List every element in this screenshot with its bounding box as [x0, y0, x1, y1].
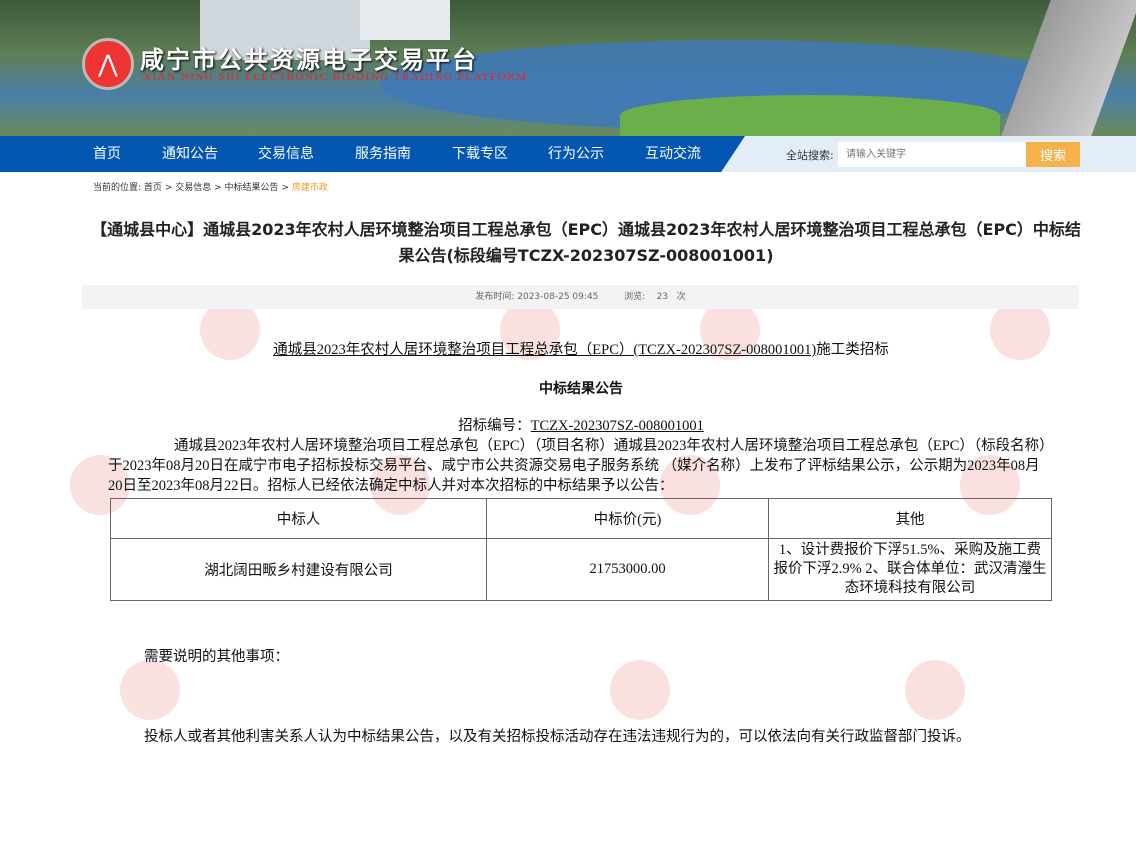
- breadcrumb-prefix: 当前的位置:: [93, 183, 142, 193]
- site-title: 咸宁市公共资源电子交易平台: [140, 46, 478, 74]
- header-banner: ⋀ 咸宁市公共资源电子交易平台 XIAN NING SHI ELECTRONIC…: [0, 0, 1136, 136]
- breadcrumb-trading-info[interactable]: 交易信息: [175, 183, 211, 193]
- project-type: 施工类招标: [816, 342, 889, 358]
- nav-downloads[interactable]: 下载专区: [452, 136, 508, 172]
- breadcrumb-current[interactable]: 房建市政: [292, 183, 328, 193]
- nav-interaction[interactable]: 互动交流: [645, 136, 701, 172]
- views-label: 浏览:: [624, 292, 646, 302]
- nav-trading-info[interactable]: 交易信息: [258, 136, 314, 172]
- intro-paragraph: 通城县2023年农村人居环境整治项目工程总承包（EPC）（项目名称）通城县202…: [108, 438, 1047, 494]
- nav-service-guide[interactable]: 服务指南: [355, 136, 411, 172]
- publish-label: 发布时间:: [475, 292, 515, 302]
- results-table: 中标人 中标价(元) 其他 湖北阔田畈乡村建设有限公司 21753000.00 1、设计…: [110, 498, 1052, 601]
- nav-notices[interactable]: 通知公告: [162, 136, 218, 172]
- notes-label: 需要说明的其他事项：: [144, 649, 289, 665]
- publish-time: 2023-08-25 09:45: [517, 292, 599, 302]
- breadcrumb-sep: >: [214, 183, 222, 193]
- breadcrumb-results[interactable]: 中标结果公告: [225, 183, 279, 193]
- main-nav: 首页 通知公告 交易信息 服务指南 下载专区 行为公示 互动交流 全站搜索: 搜…: [0, 136, 1136, 172]
- section-heading: 中标结果公告: [539, 381, 623, 397]
- breadcrumb-home[interactable]: 首页: [144, 183, 162, 193]
- winner-name: 湖北阔田畈乡村建设有限公司: [110, 538, 487, 601]
- col-header-other: 其他: [768, 498, 1052, 539]
- article-title: 【通城县中心】通城县2023年农村人居环境整治项目工程总承包（EPC）通城县20…: [91, 220, 1081, 265]
- bid-no: TCZX-202307SZ-008001001: [530, 418, 704, 434]
- bid-no-label: 招标编号：: [458, 418, 531, 434]
- views-count: 23: [656, 292, 669, 302]
- table-row: 湖北阔田畈乡村建设有限公司 21753000.00 1、设计费报价下浮51.5%、采…: [110, 538, 1052, 601]
- article-meta: 发布时间: 2023-08-25 09:45 浏览: 23 次: [82, 285, 1079, 309]
- breadcrumb-sep: >: [281, 183, 289, 193]
- site-subtitle: XIAN NING SHI ELECTRONIC BIDDING TRADING…: [143, 71, 528, 83]
- other-notes: 1、设计费报价下浮51.5%、采购及施工费报价下浮2.9% 2、联合体单位：武汉…: [768, 538, 1052, 601]
- col-header-price: 中标价(元): [486, 498, 769, 539]
- nav-conduct[interactable]: 行为公示: [548, 136, 604, 172]
- platform-logo-icon: ⋀: [82, 38, 134, 90]
- breadcrumb: 当前的位置: 首页 > 交易信息 > 中标结果公告 > 房建市政: [93, 180, 328, 193]
- search-button[interactable]: 搜索: [1026, 142, 1080, 167]
- col-header-winner: 中标人: [110, 498, 487, 539]
- complaint-paragraph: 投标人或者其他利害关系人认为中标结果公告，以及有关招标投标活动存在违法违规行为的…: [144, 729, 971, 745]
- breadcrumb-sep: >: [164, 183, 173, 193]
- search-input[interactable]: [838, 142, 1026, 167]
- views-unit: 次: [676, 292, 686, 302]
- search-label: 全站搜索:: [786, 149, 834, 162]
- nav-home[interactable]: 首页: [93, 136, 121, 172]
- project-link[interactable]: 通城县2023年农村人居环境整治项目工程总承包（EPC）(TCZX-202307…: [273, 342, 816, 358]
- article-body: 通城县2023年农村人居环境整治项目工程总承包（EPC）(TCZX-202307…: [108, 338, 1052, 748]
- winning-price: 21753000.00: [486, 538, 769, 601]
